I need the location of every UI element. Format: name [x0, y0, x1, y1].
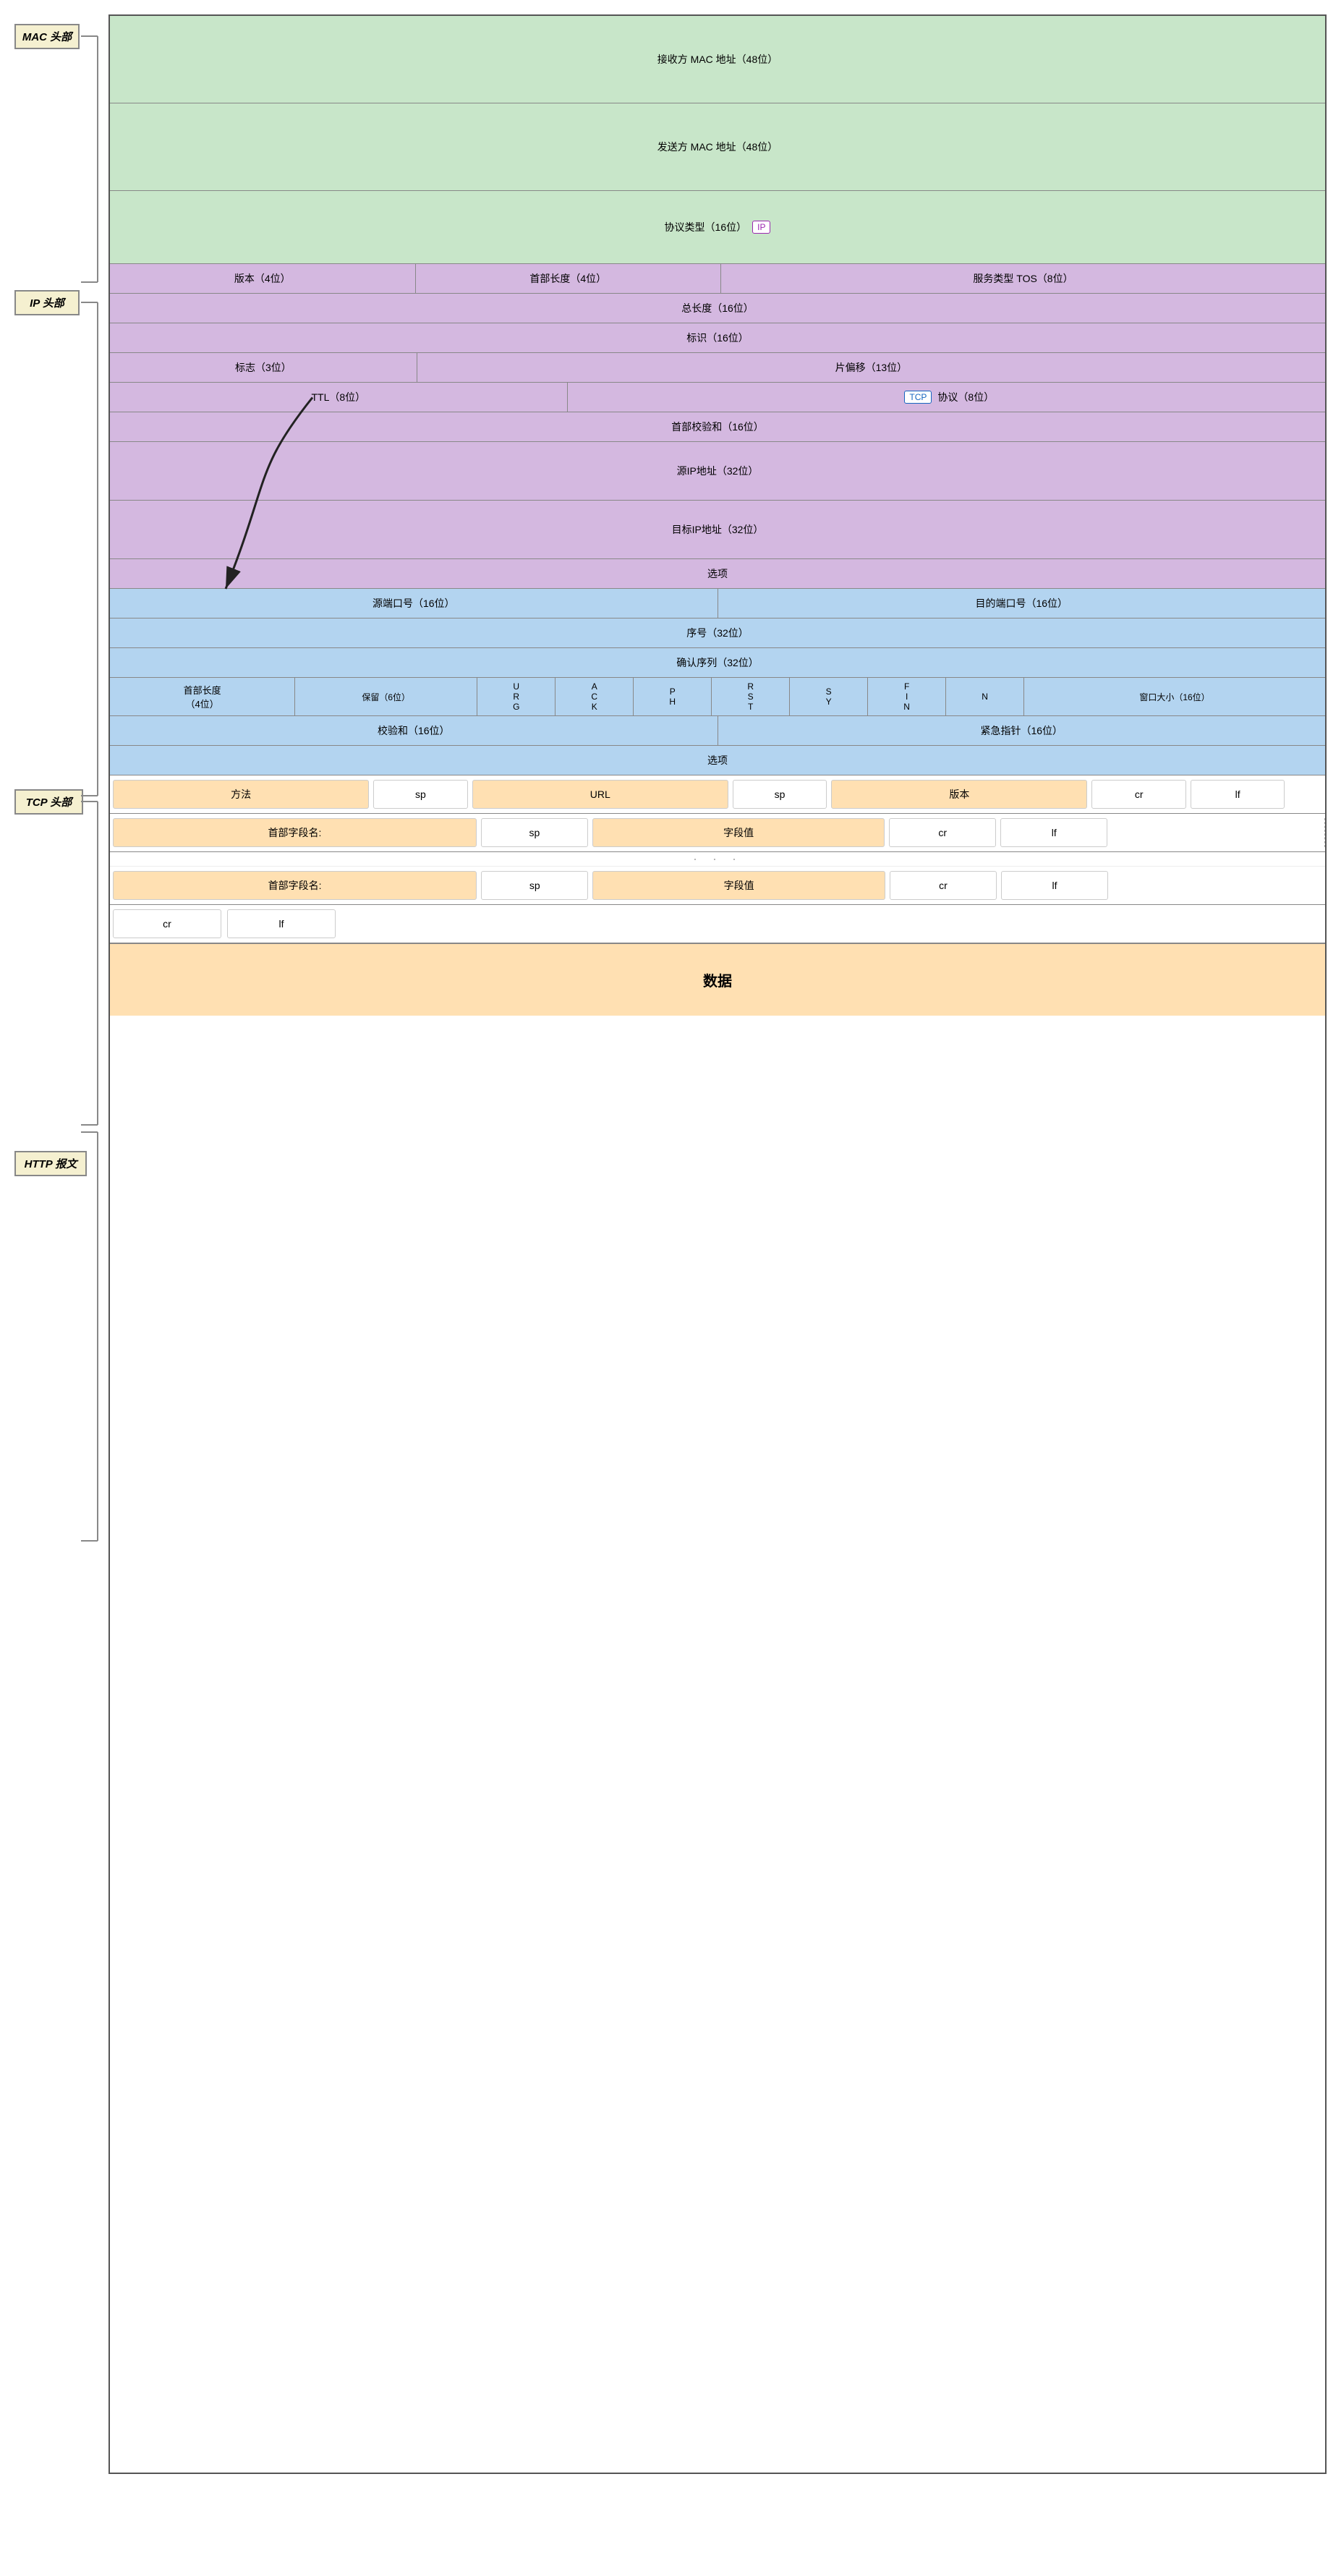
ip-tos-cell: 服务类型 TOS（8位） [721, 264, 1325, 293]
tcp-checksum-cell: 校验和（16位） [110, 716, 718, 745]
mac-dst-cell: 接收方 MAC 地址（48位） [110, 16, 1325, 103]
ip-label: IP 头部 [14, 290, 80, 315]
http-lf3-cell: lf [1001, 871, 1108, 900]
http-header2-row: 首部字段名: sp 字段值 cr lf [110, 867, 1325, 905]
ip-badge: IP [752, 221, 770, 234]
http-ellipsis-row: · · · [110, 852, 1325, 867]
ip-row1: 版本（4位） 首部长度（4位） 服务类型 TOS（8位） [110, 264, 1325, 294]
tcp-options-row: 选项 [110, 746, 1325, 775]
mac-dst-row: 接收方 MAC 地址（48位） [110, 16, 1325, 103]
tcp-control-row: 首部长度 （4位） 保留（6位） U R G A C K P H R [110, 678, 1325, 716]
ip-srcip-row: 源IP地址（32位） [110, 442, 1325, 501]
http-header1-row: 首部字段名: sp 字段值 cr lf [110, 814, 1325, 852]
tcp-ports-row: 源端口号（16位） 目的端口号（16位） [110, 589, 1325, 619]
tcp-srcport-cell: 源端口号（16位） [110, 589, 718, 618]
http-cr2-cell: cr [889, 818, 996, 847]
http-url-cell: URL [472, 780, 728, 809]
http-version-cell: 版本 [831, 780, 1087, 809]
ip-headerlen-cell: 首部长度（4位） [416, 264, 722, 293]
http-request-line-row: 方法 sp URL sp 版本 cr lf [110, 775, 1325, 814]
tcp-flag-a-cell: A C K [555, 678, 634, 715]
ip-id-cell: 标识（16位） [110, 323, 1325, 352]
tcp-badge: TCP [904, 391, 932, 404]
tcp-flag-s-cell: S Y [790, 678, 868, 715]
http-cr1-cell: cr [1091, 780, 1185, 809]
brace-svg [14, 14, 108, 2474]
ip-ttl-proto-row: TTL（8位） TCP 协议（8位） [110, 383, 1325, 412]
tcp-checksum-row: 校验和（16位） 紧急指针（16位） [110, 716, 1325, 746]
tcp-headerlen-cell: 首部长度 （4位） [110, 678, 295, 715]
tcp-ack-row: 确认序列（32位） [110, 648, 1325, 678]
http-data-section: 数据 [110, 943, 1325, 1016]
tcp-seq-cell: 序号（32位） [110, 619, 1325, 647]
tcp-urgent-cell: 紧急指针（16位） [718, 716, 1326, 745]
tcp-label: TCP 头部 [14, 789, 83, 815]
tcp-flag-r-cell: R S T [712, 678, 790, 715]
tcp-window-cell: 窗口大小（16位） [1024, 678, 1325, 715]
http-lf2-cell: lf [1000, 818, 1107, 847]
tcp-dstport-cell: 目的端口号（16位） [718, 589, 1326, 618]
tcp-seq-row: 序号（32位） [110, 619, 1325, 648]
mac-src-row: 发送方 MAC 地址（48位） [110, 103, 1325, 191]
tcp-flag-u-cell: U R G [477, 678, 555, 715]
tcp-flag-f-cell: F I N [868, 678, 946, 715]
http-headername1-cell: 首部字段名: [113, 818, 477, 847]
ip-checksum-cell: 首部校验和（16位） [110, 412, 1325, 441]
ip-fragoffset-cell: 片偏移（13位） [417, 353, 1325, 382]
http-sp1-cell: sp [373, 780, 467, 809]
http-fieldval2-cell: 字段值 [592, 871, 885, 900]
ip-flags-row: 标志（3位） 片偏移（13位） [110, 353, 1325, 383]
ip-totallen-cell: 总长度（16位） [110, 294, 1325, 323]
tcp-options-cell: 选项 [110, 746, 1325, 775]
mac-label: MAC 头部 [14, 24, 80, 49]
tcp-flag-n-cell: N [946, 678, 1024, 715]
http-lf1-cell: lf [1191, 780, 1285, 809]
mac-proto-row: 协议类型（16位） IP [110, 191, 1325, 264]
http-method-cell: 方法 [113, 780, 369, 809]
tcp-ack-cell: 确认序列（32位） [110, 648, 1325, 677]
mac-proto-cell: 协议类型（16位） IP [110, 191, 1325, 263]
http-sp2-cell: sp [733, 780, 827, 809]
tcp-flag-p-cell: P H [634, 678, 712, 715]
ip-checksum-row: 首部校验和（16位） [110, 412, 1325, 442]
http-sp4-cell: sp [481, 871, 588, 900]
ip-flags-cell: 标志（3位） [110, 353, 417, 382]
ip-totallen-row: 总长度（16位） [110, 294, 1325, 323]
ip-options-cell: 选项 [110, 559, 1325, 588]
ip-id-row: 标识（16位） [110, 323, 1325, 353]
ip-options-row: 选项 [110, 559, 1325, 589]
ip-srcip-cell: 源IP地址（32位） [110, 442, 1325, 500]
tcp-reserved-cell: 保留（6位） [295, 678, 477, 715]
http-lffinal-cell: lf [227, 909, 336, 938]
ip-dstip-row: 目标IP地址（32位） [110, 501, 1325, 559]
http-fieldval1-cell: 字段值 [592, 818, 885, 847]
ip-ttl-cell: TTL（8位） [110, 383, 568, 412]
http-sp3-cell: sp [481, 818, 588, 847]
http-label: HTTP 报文 [14, 1151, 87, 1176]
main-diagram: MAC 头部 IP 头部 TCP 头部 HTTP 报文 [14, 14, 1327, 2474]
http-crfinal-cell: cr [113, 909, 221, 938]
http-crlfonly-row: cr lf [110, 905, 1325, 943]
ip-dstip-cell: 目标IP地址（32位） [110, 501, 1325, 558]
ip-protocol-cell: TCP 协议（8位） [568, 383, 1325, 412]
protocol-diagram: 接收方 MAC 地址（48位） 发送方 MAC 地址（48位） 协议类型（16位… [108, 14, 1327, 2474]
http-cr3-cell: cr [890, 871, 997, 900]
ip-version-cell: 版本（4位） [110, 264, 416, 293]
mac-src-cell: 发送方 MAC 地址（48位） [110, 103, 1325, 190]
http-headername2-cell: 首部字段名: [113, 871, 477, 900]
labels-column: MAC 头部 IP 头部 TCP 头部 HTTP 报文 [14, 14, 108, 2474]
